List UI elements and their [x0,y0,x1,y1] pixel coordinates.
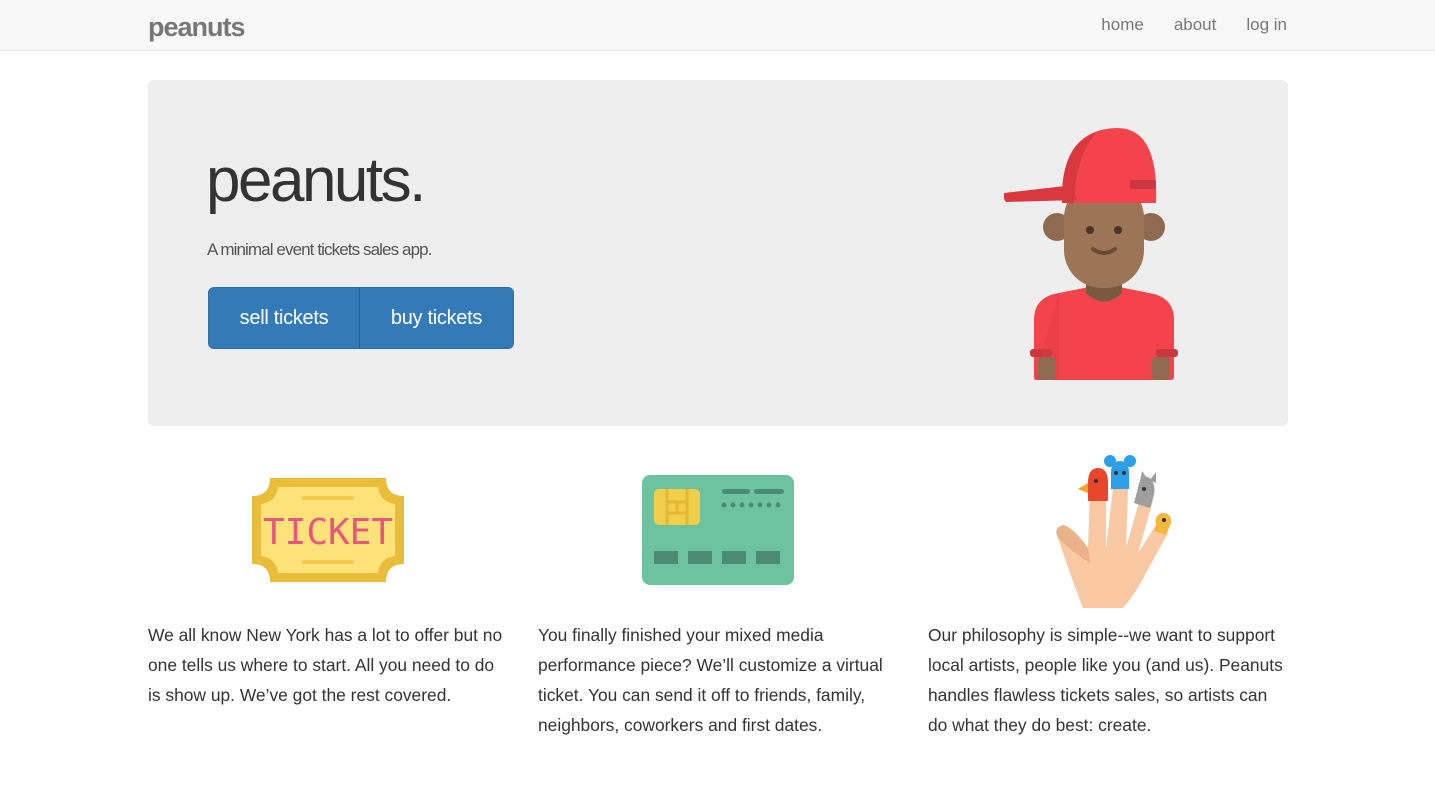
feature-card: You finally finished your mixed media pe… [538,450,898,740]
navbar: peanuts home about log in [0,0,1435,51]
ticket-icon-text: TICKET [263,512,393,553]
nav-home[interactable]: home [1101,15,1144,35]
sell-tickets-button[interactable]: sell tickets [208,287,360,349]
hero-subtitle: A minimal event tickets sales app. [207,240,432,259]
feature-puppets: Our philosophy is simple--we want to sup… [928,450,1288,740]
feature-text: Our philosophy is simple--we want to sup… [928,625,1283,735]
hero-jumbotron: peanuts. A minimal event tickets sales a… [148,80,1288,426]
finger-puppets-icon-wrap [928,450,1288,610]
finger-puppets-hand-icon [1056,454,1172,608]
credit-card-icon [642,475,794,585]
hero-button-group: sell tickets buy tickets [208,287,514,349]
credit-card-icon-wrap [538,450,898,610]
feature-text: We all know New York has a lot to offer … [148,625,503,705]
feature-text: You finally finished your mixed media pe… [538,625,883,735]
ticket-icon-wrap: TICKET [148,450,508,610]
nav-login[interactable]: log in [1246,15,1287,35]
brand-logo[interactable]: peanuts [148,12,246,43]
nav-links: home about log in [1101,15,1287,35]
person-red-cap-icon [1004,127,1178,380]
nav-about[interactable]: about [1174,15,1217,35]
feature-ticket: TICKET We all know New York has a lot to… [148,450,508,710]
ticket-icon: TICKET [252,478,404,582]
hero-title: peanuts. [206,146,426,215]
buy-tickets-button[interactable]: buy tickets [359,287,514,349]
